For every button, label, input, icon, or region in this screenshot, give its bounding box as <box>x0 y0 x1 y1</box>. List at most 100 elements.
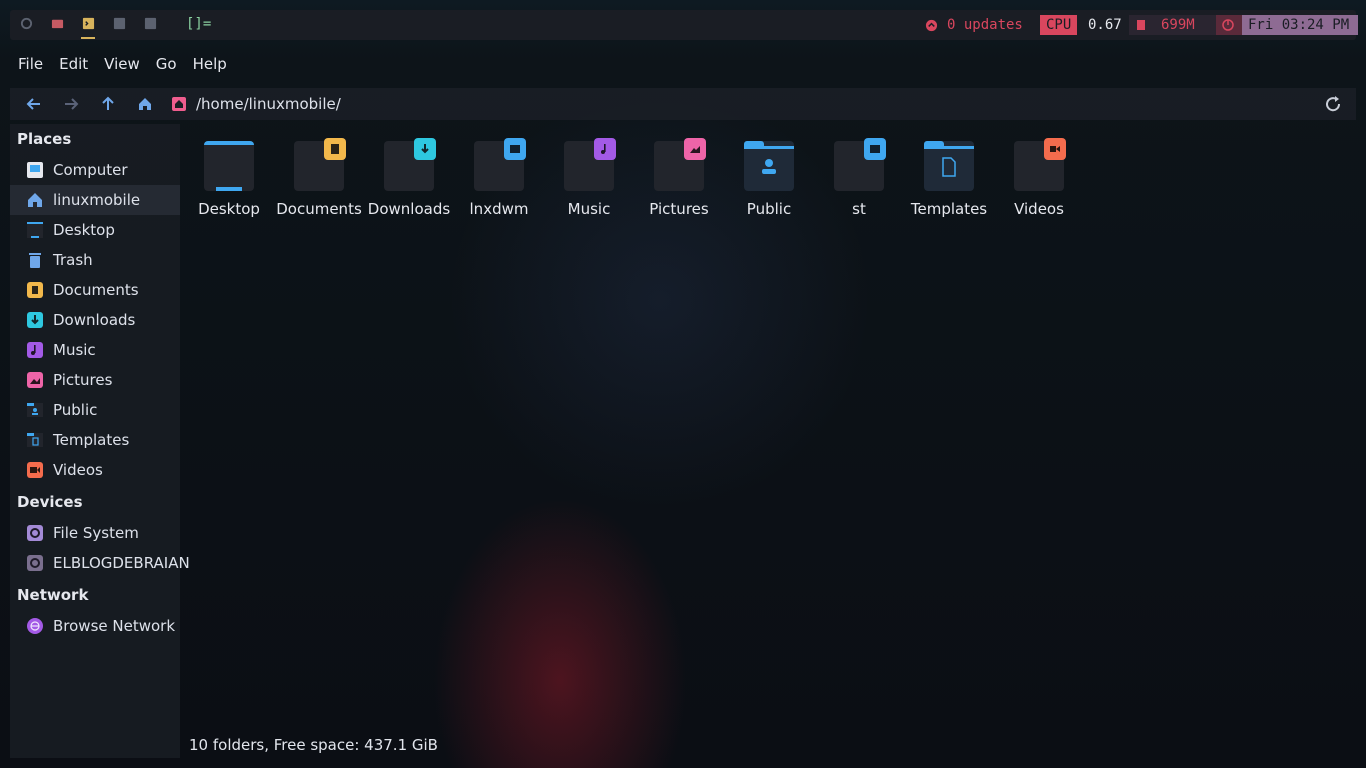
sidebar-item-label: Browse Network <box>53 617 176 635</box>
cpu-load: 0.67 <box>1088 17 1122 33</box>
sidebar-item-label: Videos <box>53 461 103 479</box>
memory-usage: 699M <box>1161 17 1195 33</box>
reload-icon[interactable] <box>1324 95 1342 113</box>
folder-pictures[interactable]: Pictures <box>634 138 724 228</box>
refresh-icon[interactable] <box>20 17 33 30</box>
sidebar-item-templates[interactable]: Templates <box>10 425 180 455</box>
sidebar-item-pictures[interactable]: Pictures <box>10 365 180 395</box>
arrow-left-icon <box>26 98 40 110</box>
public-folder-icon <box>744 141 794 191</box>
sidebar-item-public[interactable]: Public <box>10 395 180 425</box>
folder-lnxdwm[interactable]: lnxdwm <box>454 138 544 228</box>
menu-edit[interactable]: Edit <box>51 50 96 78</box>
cpu-label: CPU <box>1040 15 1078 35</box>
videos-icon <box>27 462 43 478</box>
arrow-right-icon <box>65 98 79 110</box>
folder-public[interactable]: Public <box>724 138 814 228</box>
folder-view: Desktop Documents Downloads lnxdwm Music <box>180 124 1356 758</box>
folder-documents[interactable]: Documents <box>274 138 364 228</box>
pictures-folder-icon <box>654 138 706 191</box>
downloads-icon <box>27 312 43 328</box>
drive-icon <box>27 525 43 541</box>
sidebar-item-label: Public <box>53 401 98 419</box>
sidebar-item-label: linuxmobile <box>53 191 141 209</box>
updates-count: 0 updates <box>947 17 1023 33</box>
videos-folder-icon <box>1014 138 1066 191</box>
sidebar-item-elblogdebraian[interactable]: ELBLOGDEBRAIAN <box>10 548 190 578</box>
sidebar-item-label: Documents <box>53 281 139 299</box>
public-icon <box>27 402 43 418</box>
status-bar: []= 0 updates CPU 0.67 699M Fri 03:24 PM <box>10 10 1358 40</box>
file-manager-window: File Edit View Go Help /home/linuxmobile… <box>10 44 1356 758</box>
sidebar-item-linuxmobile[interactable]: linuxmobile <box>10 185 180 215</box>
layout-indicator[interactable]: []= <box>186 16 211 32</box>
sidebar-item-label: Pictures <box>53 371 113 389</box>
pictures-icon <box>27 372 43 388</box>
documents-icon <box>27 282 43 298</box>
terminal-icon[interactable] <box>82 17 95 30</box>
folder-st[interactable]: st <box>814 138 904 228</box>
sidebar-item-label: ELBLOGDEBRAIAN <box>53 554 190 572</box>
documents-folder-icon <box>294 138 346 191</box>
back-button[interactable] <box>24 94 44 114</box>
menu-view[interactable]: View <box>96 50 148 78</box>
menu-go[interactable]: Go <box>148 50 185 78</box>
home-button[interactable] <box>135 94 155 114</box>
st-folder-icon <box>834 138 886 191</box>
edit-icon[interactable] <box>144 17 157 30</box>
power-icon <box>1222 19 1234 31</box>
lnxdwm-folder-icon <box>474 138 526 191</box>
trash-icon <box>27 252 43 268</box>
desktop-icon <box>27 222 43 238</box>
sidebar-item-label: Desktop <box>53 221 115 239</box>
menu-bar: File Edit View Go Help <box>10 50 235 78</box>
removable-drive-icon <box>27 555 43 571</box>
status-text: 10 folders, Free space: 437.1 GiB <box>189 736 438 754</box>
sidebar-item-computer[interactable]: Computer <box>10 155 180 185</box>
address-path: /home/linuxmobile/ <box>196 95 341 113</box>
home-folder-icon <box>172 97 186 111</box>
desktop-folder-icon <box>204 141 254 191</box>
menu-help[interactable]: Help <box>185 50 235 78</box>
memory-indicator: 699M <box>1129 15 1223 35</box>
network-globe-icon <box>27 618 43 634</box>
folder-icon[interactable] <box>51 17 64 30</box>
folder-templates[interactable]: Templates <box>904 138 994 228</box>
sidebar-item-videos[interactable]: Videos <box>10 455 180 485</box>
folder-desktop[interactable]: Desktop <box>184 138 274 228</box>
sidebar-item-documents[interactable]: Documents <box>10 275 180 305</box>
save-icon[interactable] <box>113 17 126 30</box>
sidebar-item-file-system[interactable]: File System <box>10 518 180 548</box>
music-folder-icon <box>564 138 616 191</box>
address-bar[interactable]: /home/linuxmobile/ <box>172 88 341 120</box>
folder-downloads[interactable]: Downloads <box>364 138 454 228</box>
menu-file[interactable]: File <box>10 50 51 78</box>
music-icon <box>27 342 43 358</box>
sidebar-item-label: Downloads <box>53 311 136 329</box>
arrow-up-icon <box>102 96 114 110</box>
devices-heading: Devices <box>17 493 83 511</box>
sidebar-item-desktop[interactable]: Desktop <box>10 215 180 245</box>
sidebar-item-label: Computer <box>53 161 128 179</box>
folder-videos[interactable]: Videos <box>994 138 1084 228</box>
sidebar-item-downloads[interactable]: Downloads <box>10 305 180 335</box>
sidebar-item-browse-network[interactable]: Browse Network <box>10 611 180 641</box>
memory-icon <box>1137 20 1145 30</box>
sidebar-item-label: Music <box>53 341 96 359</box>
sidebar: Places Computer linuxmobile Desktop Tras… <box>10 124 190 758</box>
parent-folder-button[interactable] <box>98 94 118 114</box>
updates-indicator[interactable]: 0 updates <box>925 10 1023 40</box>
sidebar-item-label: Templates <box>53 431 130 449</box>
templates-folder-icon <box>924 141 974 191</box>
templates-icon <box>27 432 43 448</box>
downloads-folder-icon <box>384 138 436 191</box>
places-heading: Places <box>17 130 72 148</box>
sidebar-item-trash[interactable]: Trash <box>10 245 180 275</box>
forward-button[interactable] <box>61 94 81 114</box>
sidebar-item-label: File System <box>53 524 139 542</box>
active-tag-indicator <box>81 37 95 39</box>
sidebar-item-music[interactable]: Music <box>10 335 180 365</box>
folder-music[interactable]: Music <box>544 138 634 228</box>
network-heading: Network <box>17 586 89 604</box>
home-icon <box>27 192 43 208</box>
